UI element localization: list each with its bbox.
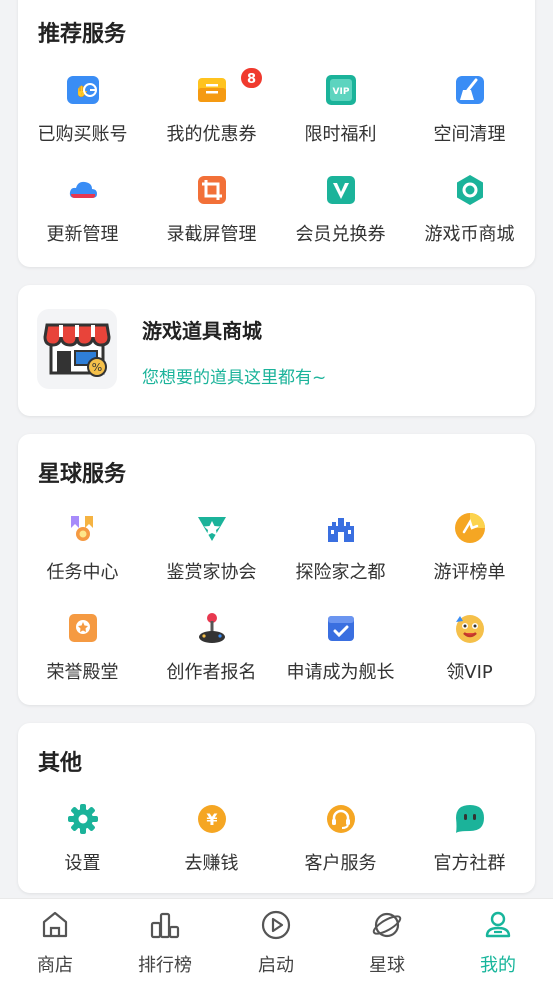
service-update-manager[interactable]: 更新管理 xyxy=(18,174,147,270)
planet-label: 游评榜单 xyxy=(433,562,506,583)
nav-ranking[interactable]: 排行榜 xyxy=(110,899,220,983)
planet-label: 荣誉殿堂 xyxy=(46,662,119,683)
planet-creator-signup[interactable]: 创作者报名 xyxy=(147,612,276,708)
other-label: 官方社群 xyxy=(433,853,506,874)
service-label: 空间清理 xyxy=(433,124,506,145)
bottom-nav: 商店 排行榜 启动 星球 我的 xyxy=(0,898,553,983)
other-customer-service[interactable]: 客户服务 xyxy=(276,803,405,899)
planet-honor-hall[interactable]: 荣誉殿堂 xyxy=(18,612,147,708)
other-label: 设置 xyxy=(64,853,101,874)
nav-planet[interactable]: 星球 xyxy=(332,899,442,983)
broom-icon xyxy=(455,76,484,104)
service-my-coupons[interactable]: 8 我的优惠券 xyxy=(147,66,276,170)
other-official-community[interactable]: 官方社群 xyxy=(405,803,534,899)
service-recording-manager[interactable]: 录截屏管理 xyxy=(147,174,276,270)
yuan-coin-icon: ¥ xyxy=(197,805,226,833)
planet-get-vip[interactable]: 领VIP xyxy=(405,612,534,708)
planet-label: 鉴赏家协会 xyxy=(166,562,257,583)
account-icon: ✋ xyxy=(66,76,99,104)
coin-hex-icon xyxy=(456,175,483,205)
service-label: 限时福利 xyxy=(304,124,377,145)
other-title: 其他 xyxy=(38,751,83,776)
gear-icon xyxy=(67,804,98,834)
promo-title: 游戏道具商城 xyxy=(142,319,262,343)
service-label: 游戏币商城 xyxy=(424,224,515,245)
other-settings[interactable]: 设置 xyxy=(18,803,147,899)
svg-text:%: % xyxy=(92,361,102,374)
planet-icon xyxy=(372,912,402,938)
service-limited-welfare[interactable]: VIP 限时福利 xyxy=(276,74,405,170)
planet-services-card: 星球服务 任务中心 鉴赏家协会 探险家之都 游评榜单 荣誉殿堂 创作者报名 申请… xyxy=(18,434,535,705)
planet-title: 星球服务 xyxy=(38,462,127,487)
crop-icon xyxy=(197,176,226,204)
planet-review-ranking[interactable]: 游评榜单 xyxy=(405,512,534,608)
nav-mine[interactable]: 我的 xyxy=(443,899,553,983)
joystick-icon xyxy=(198,613,225,643)
planet-task-center[interactable]: 任务中心 xyxy=(18,512,147,608)
shop-awning-icon: % xyxy=(37,309,117,389)
user-icon xyxy=(485,911,511,938)
nav-label: 我的 xyxy=(480,955,516,976)
service-space-cleanup[interactable]: 空间清理 xyxy=(405,74,534,170)
planet-appreciator-assoc[interactable]: 鉴赏家协会 xyxy=(147,512,276,608)
nav-label: 排行榜 xyxy=(138,955,192,976)
castle-icon xyxy=(327,518,354,542)
service-label: 我的优惠券 xyxy=(166,124,257,145)
nav-label: 商店 xyxy=(37,955,73,976)
honor-icon xyxy=(68,614,97,642)
vip-icon-text: VIP xyxy=(332,87,349,97)
coupon-count-badge: 8 xyxy=(239,66,265,90)
nav-label: 启动 xyxy=(258,955,294,976)
ranking-icon xyxy=(454,513,485,543)
recommended-title: 推荐服务 xyxy=(38,22,127,47)
other-label: 去赚钱 xyxy=(184,853,239,874)
vip-face-icon xyxy=(455,615,484,643)
headset-icon xyxy=(326,805,355,833)
nav-shop[interactable]: 商店 xyxy=(0,899,110,983)
play-icon xyxy=(261,910,291,940)
service-label: 会员兑换券 xyxy=(295,224,386,245)
other-label: 客户服务 xyxy=(304,853,377,874)
planet-apply-captain[interactable]: 申请成为舰长 xyxy=(276,612,405,708)
other-card: 其他 设置 ¥ 去赚钱 客户服务 官方社群 xyxy=(18,723,535,893)
calendar-check-icon xyxy=(327,616,354,641)
task-icon xyxy=(70,516,93,541)
planet-label: 领VIP xyxy=(446,662,493,683)
coupon-icon xyxy=(197,78,226,102)
planet-label: 任务中心 xyxy=(46,562,119,583)
service-purchased-accounts[interactable]: ✋ 已购买账号 xyxy=(18,74,147,170)
v-badge-icon xyxy=(326,176,355,204)
appreciator-icon xyxy=(197,517,226,541)
service-label: 已购买账号 xyxy=(37,124,128,145)
svg-text:¥: ¥ xyxy=(206,810,217,829)
chart-icon xyxy=(150,912,180,939)
planet-label: 申请成为舰长 xyxy=(286,662,395,683)
service-coin-mall[interactable]: 游戏币商城 xyxy=(405,174,534,270)
cloud-icon xyxy=(69,181,97,198)
planet-label: 创作者报名 xyxy=(166,662,257,683)
service-label: 更新管理 xyxy=(46,224,119,245)
recommended-services-card: 推荐服务 ✋ 已购买账号 8 我的优惠券 VIP 限时福利 空间清理 更新管理 … xyxy=(18,0,535,267)
promo-subtitle: 您想要的道具这里都有~ xyxy=(142,368,327,388)
service-member-voucher[interactable]: 会员兑换券 xyxy=(276,174,405,270)
shop-icon xyxy=(42,911,68,938)
item-mall-promo-card[interactable]: % 游戏道具商城 您想要的道具这里都有~ xyxy=(18,285,535,416)
nav-launch[interactable]: 启动 xyxy=(221,899,331,983)
vip-welfare-icon: VIP xyxy=(325,75,356,105)
planet-explorer-capital[interactable]: 探险家之都 xyxy=(276,512,405,608)
chat-bubble-icon xyxy=(455,805,484,833)
planet-label: 探险家之都 xyxy=(295,562,386,583)
nav-label: 星球 xyxy=(369,955,405,976)
other-earn-money[interactable]: ¥ 去赚钱 xyxy=(147,803,276,899)
service-label: 录截屏管理 xyxy=(166,224,257,245)
